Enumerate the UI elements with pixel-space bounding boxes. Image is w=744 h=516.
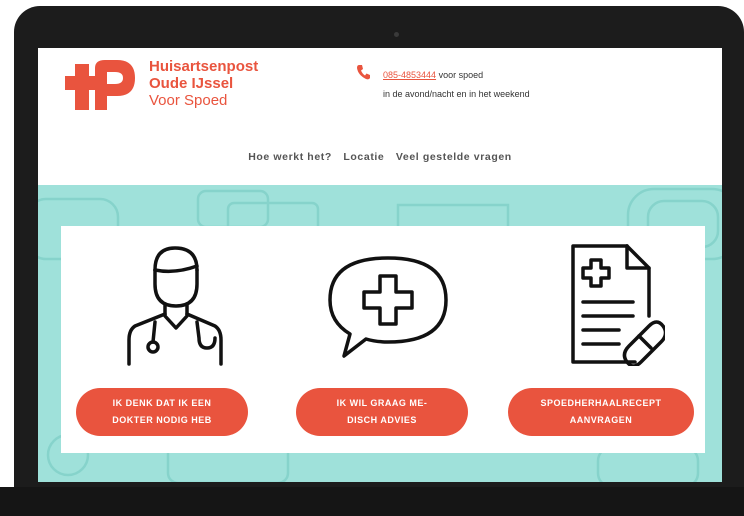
medical-advice-button-line2: DISCH ADVIES	[347, 415, 417, 425]
service-column-prescription: SPOEDHERHAALRECEPT AANVRAGEN	[491, 226, 705, 453]
contact-line1-suffix: voor spoed	[438, 70, 484, 80]
service-column-doctor: IK DENK DAT IK EEN DOKTER NODIG HEB	[61, 226, 276, 453]
medical-advice-button[interactable]: IK WIL GRAAG ME- DISCH ADVIES	[296, 388, 468, 436]
medical-advice-speech-bubble-icon	[328, 256, 448, 358]
contact-line1: 085-4853444 voor spoed	[383, 66, 530, 85]
medical-advice-button-line1: IK WIL GRAAG ME-	[336, 398, 428, 408]
doctor-icon	[127, 246, 223, 366]
logo-name-line1: Huisartsenpost	[149, 58, 259, 75]
nav-item-veel-gestelde-vragen[interactable]: Veel gestelde vragen	[396, 151, 512, 163]
laptop-bottom-bezel	[0, 487, 744, 516]
phone-icon	[357, 65, 370, 80]
service-card-panel: IK DENK DAT IK EEN DOKTER NODIG HEB IK W…	[61, 226, 705, 453]
logo-mark-icon[interactable]	[65, 56, 137, 114]
main-nav: Hoe werkt het? Locatie Veel gestelde vra…	[38, 151, 722, 163]
nav-item-hoe-werkt-het[interactable]: Hoe werkt het?	[248, 151, 332, 163]
prescription-button-line2: AANVRAGEN	[569, 415, 633, 425]
urgent-repeat-prescription-button[interactable]: SPOEDHERHAALRECEPT AANVRAGEN	[508, 388, 694, 436]
service-column-advice: IK WIL GRAAG ME- DISCH ADVIES	[276, 226, 491, 453]
logo-text[interactable]: Huisartsenpost Oude IJssel Voor Spoed	[149, 58, 258, 109]
logo-tagline: Voor Spoed	[149, 92, 228, 109]
prescription-button-line1: SPOEDHERHAALRECEPT	[540, 398, 662, 408]
site-header: Huisartsenpost Oude IJssel Voor Spoed 08…	[38, 48, 722, 185]
contact-line2: in de avond/nacht en in het weekend	[383, 89, 530, 99]
need-doctor-button-line1: IK DENK DAT IK EEN	[112, 398, 212, 408]
phone-number-link[interactable]: 085-4853444	[383, 70, 436, 80]
prescription-document-icon	[571, 244, 665, 366]
need-doctor-button-line2: DOKTER NODIG HEB	[112, 415, 212, 425]
webcam	[394, 32, 399, 37]
website-screen: Huisartsenpost Oude IJssel Voor Spoed 08…	[38, 48, 722, 482]
contact-block: 085-4853444 voor spoed in de avond/nacht…	[383, 66, 530, 104]
nav-item-locatie[interactable]: Locatie	[343, 151, 384, 163]
logo-name-line2: Oude IJssel	[149, 75, 234, 92]
need-doctor-button[interactable]: IK DENK DAT IK EEN DOKTER NODIG HEB	[76, 388, 248, 436]
